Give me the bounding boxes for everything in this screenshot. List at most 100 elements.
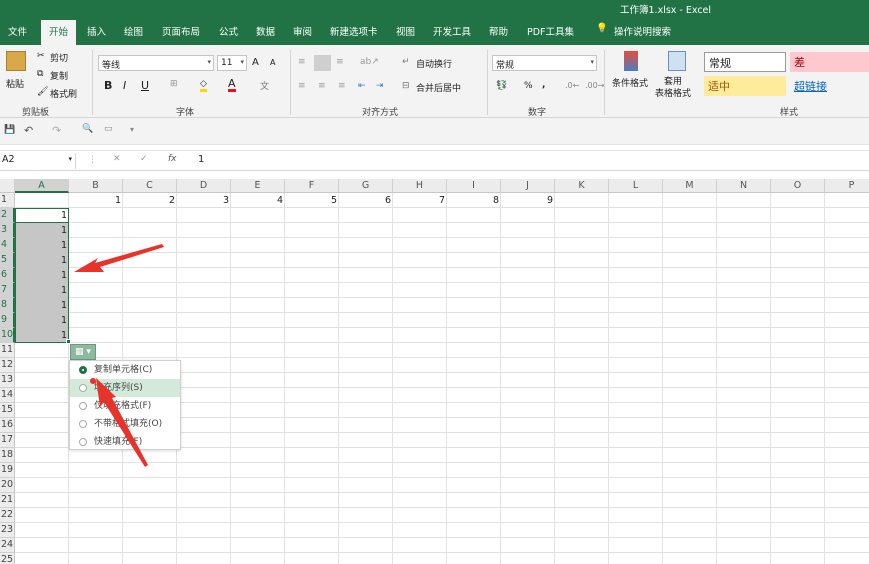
tab-insert[interactable]: 插入 <box>87 24 106 38</box>
cell-a10[interactable]: 1 <box>15 328 69 343</box>
row-header-23[interactable]: 23 <box>0 523 15 538</box>
cell-f1[interactable]: 5 <box>285 193 339 208</box>
italic-button[interactable]: I <box>123 79 126 92</box>
align-left-icon[interactable]: ≡ <box>298 81 306 91</box>
row-header-5[interactable]: 5 <box>0 253 15 268</box>
style-hyperlink[interactable]: 超链接 <box>790 76 869 96</box>
style-normal[interactable]: 常规 <box>704 52 786 72</box>
tab-formulas[interactable]: 公式 <box>219 24 238 38</box>
font-name-select[interactable]: 等线 ▾ <box>98 55 214 71</box>
cut-button[interactable]: 剪切 <box>50 51 68 64</box>
redo-icon[interactable]: ↷ <box>52 124 61 137</box>
tab-view[interactable]: 视图 <box>396 24 415 38</box>
column-header-h[interactable]: H <box>393 179 447 193</box>
column-header-c[interactable]: C <box>123 179 177 193</box>
font-color-button[interactable]: A <box>228 78 236 92</box>
option-fill-formatting-only[interactable]: 仅填充格式(F) <box>70 397 180 415</box>
cell-b1[interactable]: 1 <box>69 193 123 208</box>
percent-button[interactable]: % <box>524 81 533 91</box>
tab-new-tab[interactable]: 新建选项卡 <box>330 24 378 38</box>
screen-icon[interactable]: ▭ <box>104 124 113 134</box>
undo-icon[interactable]: ↶ <box>24 124 33 137</box>
fill-color-icon[interactable]: ◇ <box>200 79 207 92</box>
row-header-21[interactable]: 21 <box>0 493 15 508</box>
border-icon[interactable]: ⊞ <box>170 79 178 89</box>
cell-a5[interactable]: 1 <box>15 253 69 268</box>
row-header-11[interactable]: 11 <box>0 343 15 358</box>
tab-draw[interactable]: 绘图 <box>124 24 143 38</box>
column-header-m[interactable]: M <box>663 179 717 193</box>
cell-e1[interactable]: 4 <box>231 193 285 208</box>
row-header-16[interactable]: 16 <box>0 418 15 433</box>
option-fill-series[interactable]: 填充序列(S) <box>70 379 180 397</box>
option-copy-cells[interactable]: 复制单元格(C) <box>70 361 180 379</box>
column-header-b[interactable]: B <box>69 179 123 193</box>
row-header-14[interactable]: 14 <box>0 388 15 403</box>
row-header-4[interactable]: 4 <box>0 238 15 253</box>
column-header-p[interactable]: P <box>825 179 869 193</box>
tab-file[interactable]: 文件 <box>8 24 27 38</box>
comma-button[interactable]: , <box>542 80 545 90</box>
align-bottom-icon[interactable]: ≡ <box>336 57 344 67</box>
column-header-g[interactable]: G <box>339 179 393 193</box>
column-header-n[interactable]: N <box>717 179 771 193</box>
row-header-2[interactable]: 2 <box>0 208 15 223</box>
column-header-e[interactable]: E <box>231 179 285 193</box>
merge-icon[interactable]: ⊟ <box>402 81 410 91</box>
decrease-decimal-icon[interactable]: .00→ <box>585 81 604 90</box>
cell-a3[interactable]: 1 <box>15 223 69 238</box>
number-format-select[interactable]: 常规 ▾ <box>492 55 597 71</box>
cut-icon[interactable]: ✂ <box>37 51 45 61</box>
row-header-12[interactable]: 12 <box>0 358 15 373</box>
increase-font-button[interactable]: A <box>252 57 259 68</box>
select-all-corner[interactable] <box>0 179 15 193</box>
bold-button[interactable]: B <box>104 79 112 92</box>
column-header-k[interactable]: K <box>555 179 609 193</box>
align-middle-icon[interactable] <box>314 55 331 71</box>
cell-c1[interactable]: 2 <box>123 193 177 208</box>
row-header-18[interactable]: 18 <box>0 448 15 463</box>
tab-pdf-tools[interactable]: PDF工具集 <box>527 24 574 38</box>
align-top-icon[interactable]: ≡ <box>298 57 306 67</box>
column-header-d[interactable]: D <box>177 179 231 193</box>
wrap-text-button[interactable]: 自动换行 <box>416 57 452 70</box>
row-header-8[interactable]: 8 <box>0 298 15 313</box>
conditional-format-button[interactable]: 条件格式 <box>612 76 648 89</box>
cancel-button[interactable]: ✕ <box>113 154 121 164</box>
merge-center-button[interactable]: 合并后居中 <box>416 81 461 94</box>
row-header-20[interactable]: 20 <box>0 478 15 493</box>
row-header-1[interactable]: 1 <box>0 193 15 208</box>
row-header-9[interactable]: 9 <box>0 313 15 328</box>
row-header-17[interactable]: 17 <box>0 433 15 448</box>
insert-function-button[interactable]: fx <box>168 154 177 164</box>
copy-button[interactable]: 复制 <box>50 69 68 82</box>
format-painter-button[interactable]: 格式刷 <box>50 87 77 100</box>
paste-button[interactable]: 粘贴 <box>6 77 24 90</box>
column-header-j[interactable]: J <box>501 179 555 193</box>
format-painter-icon[interactable]: 🖌 <box>37 87 48 97</box>
print-preview-icon[interactable]: 🔍 <box>82 124 93 134</box>
row-header-13[interactable]: 13 <box>0 373 15 388</box>
style-bad[interactable]: 差 <box>790 52 869 72</box>
conditional-format-icon[interactable] <box>624 51 638 71</box>
tab-data[interactable]: 数据 <box>256 24 275 38</box>
cell-a7[interactable]: 1 <box>15 283 69 298</box>
phonetic-icon[interactable]: 文 <box>260 79 269 92</box>
decrease-font-button[interactable]: A <box>270 58 275 67</box>
tab-help[interactable]: 帮助 <box>489 24 508 38</box>
column-header-i[interactable]: I <box>447 179 501 193</box>
cell-a8[interactable]: 1 <box>15 298 69 313</box>
copy-icon[interactable]: ⧉ <box>37 69 43 79</box>
paste-icon[interactable] <box>6 51 26 71</box>
cell-i1[interactable]: 8 <box>447 193 501 208</box>
row-header-24[interactable]: 24 <box>0 538 15 553</box>
option-flash-fill[interactable]: 快速填充(F) <box>70 433 180 451</box>
customize-qat-icon[interactable]: ▾ <box>130 125 134 134</box>
increase-indent-icon[interactable]: ⇥ <box>376 81 384 91</box>
tab-home[interactable]: 开始 <box>41 20 77 45</box>
orientation-icon[interactable]: ab↗ <box>360 57 379 67</box>
row-header-7[interactable]: 7 <box>0 283 15 298</box>
save-icon[interactable]: 💾 <box>4 125 15 135</box>
column-header-f[interactable]: F <box>285 179 339 193</box>
wrap-text-icon[interactable]: ↵ <box>402 57 410 67</box>
